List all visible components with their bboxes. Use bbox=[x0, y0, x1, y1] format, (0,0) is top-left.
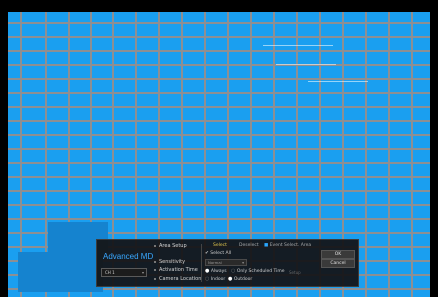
grid-line bbox=[8, 50, 430, 52]
grid-line bbox=[8, 190, 430, 192]
radio-selected-icon: ● bbox=[228, 276, 233, 282]
chevron-down-icon: ▾ bbox=[141, 270, 144, 275]
select-all-label: Select All bbox=[210, 251, 232, 256]
grid-line bbox=[8, 204, 430, 206]
grid-line bbox=[8, 148, 430, 150]
radio-unselected-icon: ○ bbox=[205, 276, 210, 282]
setup-button[interactable]: Setup bbox=[289, 270, 301, 275]
grid-line bbox=[8, 36, 430, 38]
sensitivity-label: Sensitivity bbox=[153, 259, 186, 265]
grid-line bbox=[8, 92, 430, 94]
grid-line bbox=[388, 12, 390, 297]
camera-location-label: Camera Location bbox=[153, 276, 202, 282]
grid-line bbox=[8, 22, 430, 24]
divider bbox=[201, 244, 202, 282]
grid-line bbox=[8, 78, 430, 80]
radio-unselected-icon: ○ bbox=[231, 268, 236, 274]
grid-line bbox=[8, 176, 430, 178]
event-select-area-toggle[interactable]: ■ Event Select. Area bbox=[264, 243, 311, 248]
always-label: Always bbox=[210, 269, 227, 274]
grid-line bbox=[411, 12, 413, 297]
radio-always[interactable]: ● Always bbox=[205, 268, 227, 274]
grid-line bbox=[8, 162, 430, 164]
checkbox-icon: ■ bbox=[264, 243, 269, 248]
grid-line bbox=[8, 134, 430, 136]
scene-highlight bbox=[276, 64, 336, 65]
check-icon: ✔ bbox=[205, 251, 209, 256]
only-scheduled-time-label: Only Scheduled Time bbox=[236, 269, 285, 274]
radio-only-scheduled-time[interactable]: ○ Only Scheduled Time bbox=[231, 268, 285, 274]
scene-highlight bbox=[308, 81, 368, 82]
channel-value: CH 1 bbox=[105, 270, 115, 275]
radio-outdoor[interactable]: ● Outdoor bbox=[228, 276, 252, 282]
advanced-md-panel: Advanced MD CH 1 ▾ Area Setup Sensitivit… bbox=[96, 239, 359, 287]
outdoor-label: Outdoor bbox=[233, 277, 253, 282]
grid-line bbox=[365, 12, 367, 297]
event-select-area-label: Event Select. Area bbox=[269, 243, 312, 248]
detected-cell bbox=[18, 252, 103, 292]
chevron-down-icon: ▾ bbox=[242, 260, 244, 265]
indoor-label: Indoor bbox=[210, 277, 226, 282]
select-all-checkbox[interactable]: ✔ Select All bbox=[205, 251, 231, 256]
grid-line bbox=[8, 120, 430, 122]
scene-highlight bbox=[263, 45, 333, 46]
activation-time-label: Activation Time bbox=[154, 267, 198, 273]
ok-button[interactable]: OK bbox=[321, 250, 355, 259]
tab-select[interactable]: Select bbox=[213, 243, 227, 248]
grid-line bbox=[8, 218, 430, 220]
panel-title: Advanced MD bbox=[103, 252, 154, 261]
sensitivity-select[interactable]: Normal ▾ bbox=[205, 259, 247, 266]
screen: Advanced MD CH 1 ▾ Area Setup Sensitivit… bbox=[0, 0, 438, 297]
cancel-button[interactable]: Cancel bbox=[321, 259, 355, 268]
channel-select[interactable]: CH 1 ▾ bbox=[101, 268, 147, 277]
tab-deselect[interactable]: Deselect bbox=[239, 243, 259, 248]
area-setup-label: Area Setup bbox=[154, 243, 187, 249]
grid-line bbox=[8, 64, 430, 66]
radio-selected-icon: ● bbox=[205, 268, 210, 274]
grid-line bbox=[8, 106, 430, 108]
sensitivity-value: Normal bbox=[208, 260, 222, 265]
radio-indoor[interactable]: ○ Indoor bbox=[205, 276, 225, 282]
